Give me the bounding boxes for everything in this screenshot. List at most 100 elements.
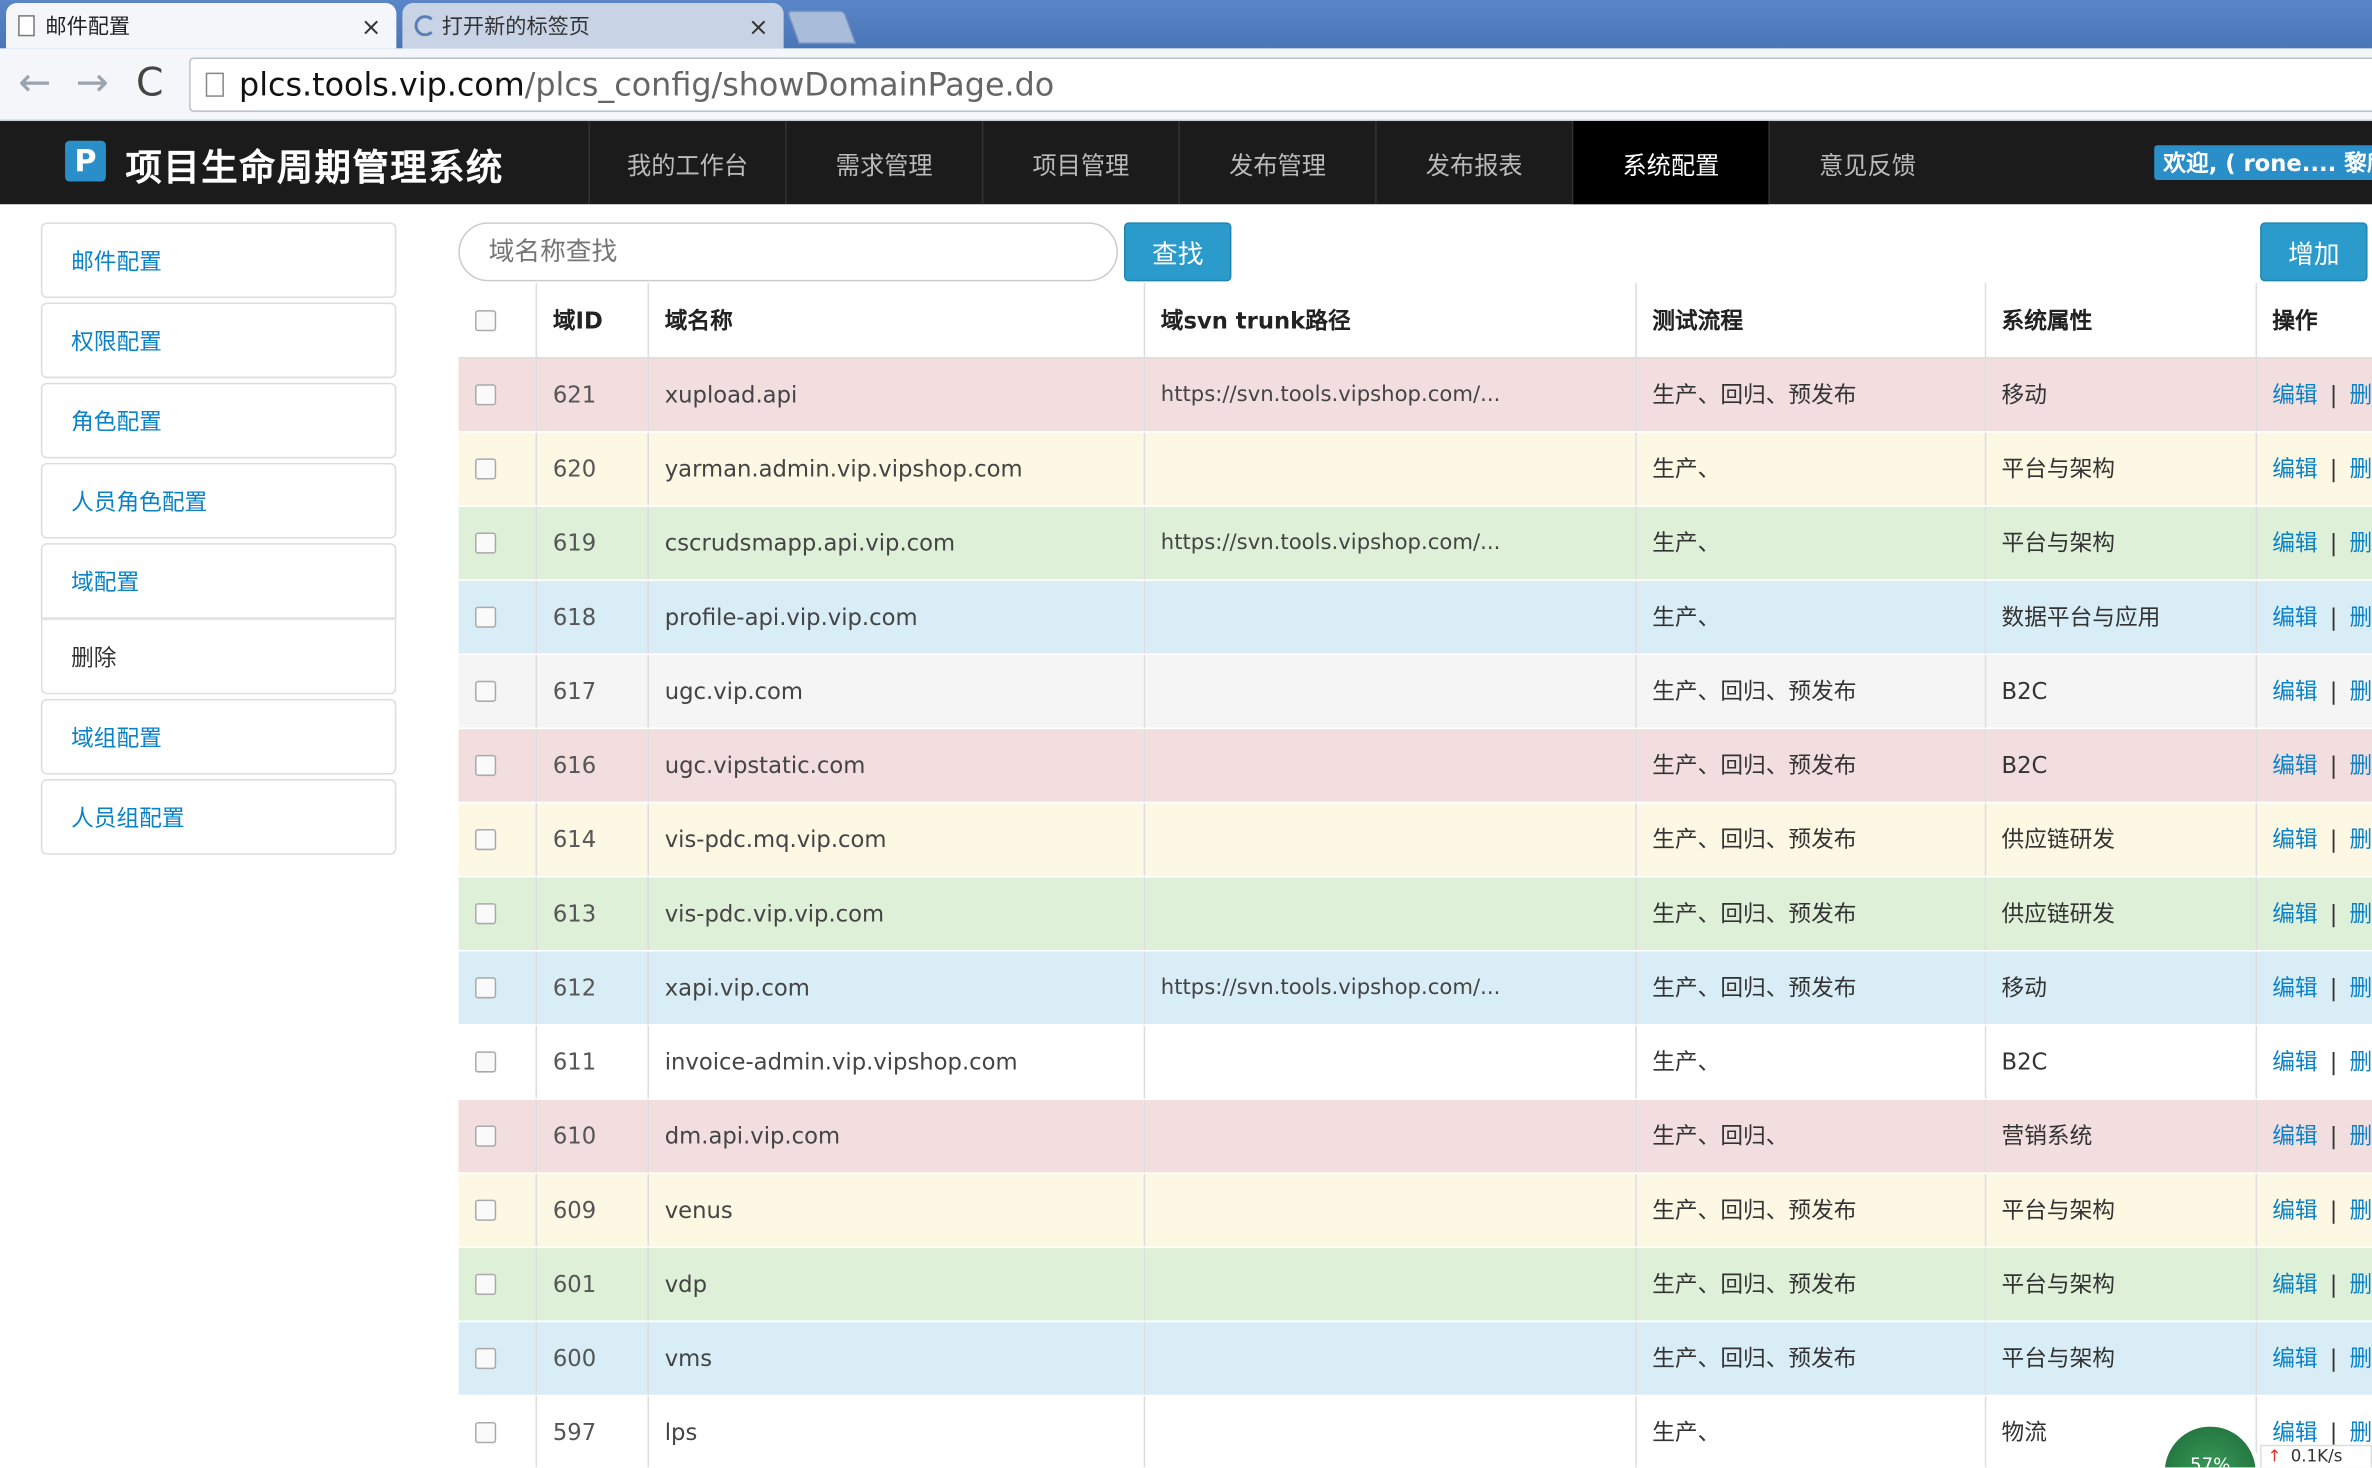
cell-operations: 编辑 | 删 xyxy=(2256,875,2372,951)
edit-link[interactable]: 编辑 xyxy=(2272,678,2317,705)
domain-table: 域ID 域名称 域svn trunk路径 测试流程 系统属性 操作 621 xup… xyxy=(458,282,2372,1468)
row-checkbox[interactable] xyxy=(475,1125,497,1147)
cell-svn-path xyxy=(1144,1098,1638,1174)
delete-link[interactable]: 删 xyxy=(2349,381,2372,408)
sidebar: 邮件配置 权限配置 角色配置 人员角色配置 域配置 删除 域组配置 人员组配置 xyxy=(40,222,397,859)
browser-tab-new-tab[interactable]: 打开新的标签页 × xyxy=(402,3,784,49)
delete-link[interactable]: 删 xyxy=(2349,900,2372,927)
search-button[interactable]: 查找 xyxy=(1124,222,1232,282)
delete-link[interactable]: 删 xyxy=(2349,1197,2372,1224)
row-select-cell xyxy=(458,727,538,803)
edit-link[interactable]: 编辑 xyxy=(2272,1197,2317,1224)
sidebar-item-mail-config[interactable]: 邮件配置 xyxy=(40,222,397,299)
nav-projects[interactable]: 项目管理 xyxy=(981,121,1179,205)
delete-link[interactable]: 删 xyxy=(2349,529,2372,556)
sidebar-item-user-group-config[interactable]: 人员组配置 xyxy=(40,779,397,855)
delete-link[interactable]: 删 xyxy=(2349,752,2372,779)
app-header: P 项目生命周期管理系统 我的工作台 需求管理 项目管理 发布管理 发布报表 系… xyxy=(0,121,2372,205)
cell-operations: 编辑 | 删 xyxy=(2256,1246,2372,1322)
cell-domain-id: 612 xyxy=(536,950,650,1025)
edit-link[interactable]: 编辑 xyxy=(2272,604,2317,631)
network-speed: 0.1K/s xyxy=(2290,1446,2343,1466)
row-select-cell xyxy=(458,653,538,729)
edit-link[interactable]: 编辑 xyxy=(2272,529,2317,556)
delete-link[interactable]: 删 xyxy=(2349,826,2372,853)
edit-link[interactable]: 编辑 xyxy=(2272,455,2317,482)
edit-link[interactable]: 编辑 xyxy=(2272,381,2317,408)
op-separator: | xyxy=(2329,1419,2338,1447)
sidebar-item-domain-group-config[interactable]: 域组配置 xyxy=(40,698,397,775)
edit-link[interactable]: 编辑 xyxy=(2272,1048,2317,1075)
row-checkbox[interactable] xyxy=(475,903,497,925)
delete-link[interactable]: 删 xyxy=(2349,604,2372,631)
domain-search-input[interactable] xyxy=(458,222,1118,282)
browser-tab-mail-config[interactable]: 邮件配置 × xyxy=(6,3,397,49)
nav-release-reports[interactable]: 发布报表 xyxy=(1375,121,1572,205)
edit-link[interactable]: 编辑 xyxy=(2272,752,2317,779)
edit-link[interactable]: 编辑 xyxy=(2272,1122,2317,1149)
delete-link[interactable]: 删 xyxy=(2349,1271,2372,1298)
cell-domain-id: 597 xyxy=(536,1394,650,1468)
address-bar[interactable]: plcs.tools.vip.com/plcs_config/showDomai… xyxy=(189,57,2372,112)
row-select-cell xyxy=(458,431,538,507)
row-checkbox[interactable] xyxy=(475,1273,497,1295)
sidebar-item-permission-config[interactable]: 权限配置 xyxy=(40,302,397,379)
row-checkbox[interactable] xyxy=(475,606,497,628)
op-separator: | xyxy=(2329,751,2338,780)
cell-domain-name: invoice-admin.vip.vipshop.com xyxy=(648,1024,1146,1100)
row-checkbox[interactable] xyxy=(475,1347,497,1370)
row-checkbox[interactable] xyxy=(475,1422,497,1444)
edit-link[interactable]: 编辑 xyxy=(2272,1419,2317,1446)
cell-svn-path xyxy=(1144,727,1638,803)
sidebar-item-user-role-config[interactable]: 人员角色配置 xyxy=(40,462,397,539)
forward-button[interactable]: → xyxy=(70,61,115,106)
cell-domain-name: vms xyxy=(648,1320,1146,1396)
sidebar-item-role-config[interactable]: 角色配置 xyxy=(40,382,397,459)
cell-test-flow: 生产、回归、预发布 xyxy=(1636,1246,1987,1322)
row-checkbox[interactable] xyxy=(475,754,497,777)
row-checkbox[interactable] xyxy=(475,829,497,851)
row-checkbox[interactable] xyxy=(475,1051,497,1073)
tab-title: 邮件配置 xyxy=(45,15,131,40)
nav-requirements[interactable]: 需求管理 xyxy=(785,121,982,205)
sidebar-item-domain-config[interactable]: 域配置 xyxy=(40,543,397,619)
cell-operations: 编辑 | 删 xyxy=(2256,653,2372,729)
edit-link[interactable]: 编辑 xyxy=(2272,1345,2317,1372)
delete-link[interactable]: 删 xyxy=(2349,974,2372,1001)
edit-link[interactable]: 编辑 xyxy=(2272,900,2317,927)
row-checkbox[interactable] xyxy=(475,977,497,999)
delete-link[interactable]: 删 xyxy=(2349,1419,2372,1446)
sidebar-item-delete[interactable]: 删除 xyxy=(40,618,397,695)
back-button[interactable]: ← xyxy=(12,61,57,106)
row-checkbox[interactable] xyxy=(475,532,497,554)
new-tab-button[interactable] xyxy=(786,10,857,44)
edit-link[interactable]: 编辑 xyxy=(2272,1271,2317,1298)
row-checkbox[interactable] xyxy=(475,680,497,702)
cell-domain-id: 616 xyxy=(536,727,650,803)
cell-test-flow: 生产、回归、预发布 xyxy=(1636,875,1987,951)
row-checkbox[interactable] xyxy=(475,458,497,480)
edit-link[interactable]: 编辑 xyxy=(2272,974,2317,1001)
nav-feedback[interactable]: 意见反馈 xyxy=(1768,121,1965,205)
delete-link[interactable]: 删 xyxy=(2349,455,2372,482)
welcome-user[interactable]: 欢迎, ( rone.... 黎欣 xyxy=(2154,145,2372,181)
delete-link[interactable]: 删 xyxy=(2349,1345,2372,1372)
close-icon[interactable]: × xyxy=(361,12,381,41)
cell-domain-id: 620 xyxy=(536,431,650,507)
delete-link[interactable]: 删 xyxy=(2349,1048,2372,1075)
header-test-flow: 测试流程 xyxy=(1636,282,1987,358)
add-button[interactable]: 增加 xyxy=(2260,222,2368,282)
row-checkbox[interactable] xyxy=(475,1199,497,1221)
row-checkbox[interactable] xyxy=(475,384,497,406)
edit-link[interactable]: 编辑 xyxy=(2272,826,2317,853)
delete-link[interactable]: 删 xyxy=(2349,678,2372,705)
select-all-checkbox[interactable] xyxy=(475,309,497,331)
cell-domain-id: 621 xyxy=(536,357,650,432)
nav-system-config[interactable]: 系统配置 xyxy=(1571,121,1769,205)
delete-link[interactable]: 删 xyxy=(2349,1122,2372,1149)
nav-releases[interactable]: 发布管理 xyxy=(1178,121,1375,205)
close-icon[interactable]: × xyxy=(748,12,768,41)
nav-workbench[interactable]: 我的工作台 xyxy=(588,121,785,205)
reload-button[interactable]: C xyxy=(127,61,172,106)
cell-system-attr: 平台与架构 xyxy=(1985,505,2258,581)
